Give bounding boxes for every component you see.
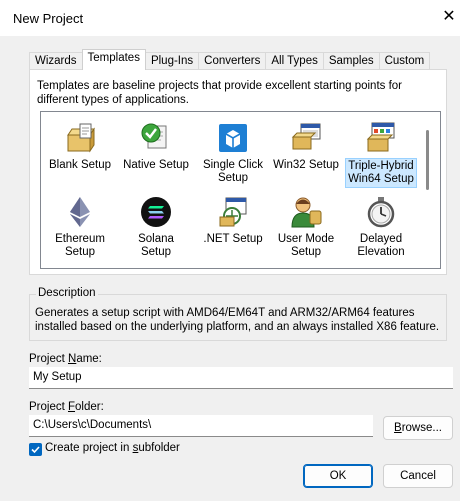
- label-mnemonic: F: [68, 401, 76, 413]
- template-item-blank-setup[interactable]: Blank Setup: [44, 121, 116, 173]
- template-label: Delayed Elevation: [357, 233, 405, 258]
- template-label: Solana Setup: [138, 233, 174, 258]
- label-part: ame:: [76, 353, 102, 365]
- templates-panel: Templates are baseline projects that pro…: [29, 69, 447, 275]
- template-item-native-setup[interactable]: Native Setup: [120, 121, 192, 173]
- template-label: .NET Setup: [203, 233, 263, 245]
- project-folder-input[interactable]: C:\Users\c\Documents\: [29, 415, 373, 437]
- template-item-net-setup[interactable]: .NET Setup: [197, 195, 269, 247]
- tab-samples[interactable]: Samples: [322, 52, 380, 70]
- button-mnemonic: B: [394, 422, 402, 434]
- template-item-single-click-setup[interactable]: Single Click Setup: [197, 121, 269, 186]
- label-part: Project: [29, 401, 68, 413]
- template-label: Triple-Hybrid Win64 Setup: [345, 158, 417, 188]
- template-label: Ethereum Setup: [55, 233, 105, 258]
- template-item-solana-setup[interactable]: Solana Setup: [120, 195, 192, 260]
- template-item-win32-setup[interactable]: Win32 Setup: [270, 121, 342, 173]
- create-subfolder-checkbox[interactable]: [29, 443, 42, 456]
- tab-plug-ins[interactable]: Plug-Ins: [144, 52, 200, 70]
- tab-strip: Wizards Templates Plug-Ins Converters Al…: [29, 49, 431, 70]
- description-group: Description Generates a setup script wit…: [29, 287, 447, 341]
- project-name-label: Project Name:: [29, 353, 102, 365]
- button-label: rowse...: [401, 422, 442, 434]
- ethereum-icon: [70, 197, 90, 227]
- label-part: Project: [29, 353, 68, 365]
- template-label: Single Click Setup: [202, 159, 264, 184]
- template-item-ethereum-setup[interactable]: Ethereum Setup: [44, 195, 116, 260]
- checkmark-icon: [31, 446, 40, 454]
- new-project-dialog: New Project ✕ Wizards Templates Plug-Ins…: [0, 0, 460, 501]
- title-bar: New Project ✕: [0, 0, 460, 36]
- browse-button[interactable]: Browse...: [383, 416, 453, 440]
- label-part: Create project in: [45, 442, 133, 454]
- user-mode-icon: [291, 197, 322, 228]
- template-label: Native Setup: [123, 159, 189, 171]
- tab-all-types[interactable]: All Types: [265, 52, 324, 70]
- template-list[interactable]: Blank Setup Native Setup Single Click Se…: [40, 111, 441, 269]
- triple-hybrid-win64-setup-icon: [366, 122, 395, 152]
- template-label: Win32 Setup: [273, 159, 339, 171]
- stopwatch-icon: [367, 197, 395, 228]
- template-label: Blank Setup: [48, 159, 111, 171]
- template-item-delayed-elevation[interactable]: Delayed Elevation: [345, 195, 417, 260]
- tab-custom[interactable]: Custom: [378, 52, 431, 70]
- net-setup-icon: [219, 197, 247, 227]
- template-item-triple-hybrid-win64-setup[interactable]: Triple-Hybrid Win64 Setup: [345, 121, 417, 188]
- templates-description: Templates are baseline projects that pro…: [37, 80, 403, 106]
- label-part: older:: [75, 401, 104, 413]
- project-name-input[interactable]: My Setup: [29, 367, 453, 389]
- window-title: New Project: [13, 11, 84, 26]
- description-text: Generates a setup script with AMD64/EM64…: [35, 307, 440, 333]
- template-label: User Mode Setup: [277, 233, 335, 258]
- close-icon[interactable]: ✕: [438, 4, 460, 30]
- label-part: ubfolder: [138, 442, 180, 454]
- tab-converters[interactable]: Converters: [198, 52, 267, 70]
- project-folder-label: Project Folder:: [29, 401, 104, 413]
- tab-templates[interactable]: Templates: [81, 49, 146, 70]
- native-setup-icon: [141, 123, 167, 149]
- create-subfolder-label[interactable]: Create project in subfolder: [45, 442, 180, 454]
- win32-setup-icon: [291, 123, 321, 150]
- cancel-button[interactable]: Cancel: [383, 464, 453, 488]
- single-click-setup-icon: [219, 124, 247, 152]
- solana-icon: [141, 197, 171, 227]
- template-item-user-mode-setup[interactable]: User Mode Setup: [270, 195, 342, 260]
- ok-button[interactable]: OK: [303, 464, 373, 488]
- blank-setup-icon: [67, 123, 95, 153]
- template-list-scrollbar[interactable]: [426, 130, 429, 190]
- description-legend: Description: [36, 287, 98, 299]
- tab-wizards[interactable]: Wizards: [29, 52, 83, 70]
